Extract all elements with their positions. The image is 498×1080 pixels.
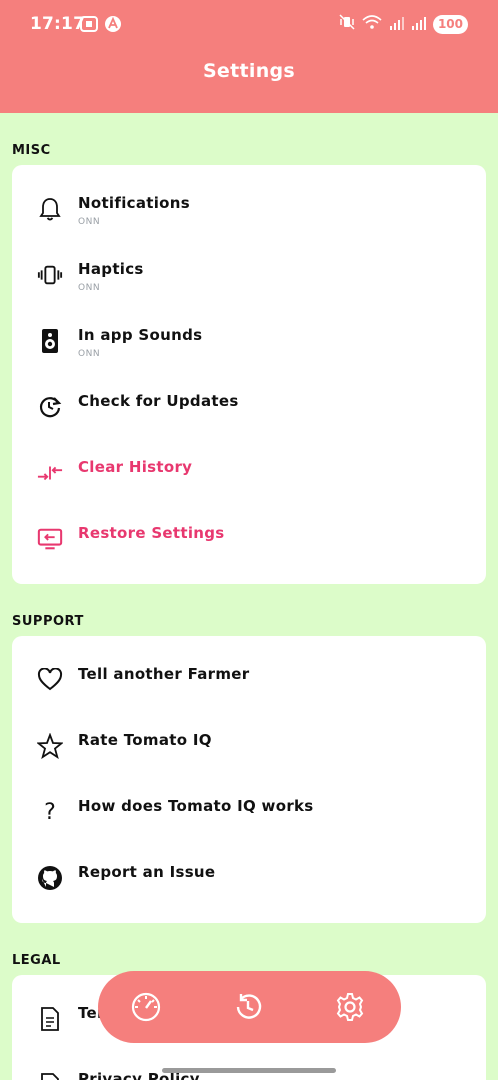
wifi-icon [361,14,383,34]
screenshot-icon [80,16,98,36]
settings-item-clear-history[interactable]: Clear History [12,441,486,501]
settings-item-label: Report an Issue [78,863,216,881]
a-badge-icon [104,15,122,37]
speaker-icon [37,328,63,354]
settings-item-status: ONN [78,283,101,293]
question-icon: ? [44,799,56,825]
settings-item-check-updates[interactable]: Check for Updates [12,375,486,435]
settings-item-rate[interactable]: Rate Tomato IQ [12,714,486,774]
settings-item-tell-farmer[interactable]: Tell another Farmer [12,648,486,708]
settings-item-status: ONN [78,349,101,359]
settings-item-label: Notifications [78,194,190,212]
page-title: Settings [202,60,296,82]
settings-item-in-app-sounds[interactable]: In app Sounds ONN [12,309,486,369]
signal-icon-2 [411,15,427,34]
bottom-nav [98,971,401,1043]
settings-item-label: In app Sounds [78,326,203,344]
bell-icon [37,196,63,222]
settings-gear-icon[interactable] [334,991,366,1023]
settings-item-restore-settings[interactable]: Restore Settings [12,507,486,567]
section-label-legal: LEGAL [12,953,61,968]
settings-item-label: Rate Tomato IQ [78,731,212,749]
document-icon [37,1006,63,1032]
settings-item-report-issue[interactable]: Report an Issue [12,846,486,906]
settings-item-label: Restore Settings [78,524,225,542]
heart-icon [37,667,63,693]
speedometer-icon[interactable] [130,991,162,1023]
settings-item-label: How does Tomato IQ works [78,797,314,815]
settings-item-notifications[interactable]: Notifications ONN [12,177,486,237]
document-icon [37,1072,63,1080]
mute-vibrate-icon [339,14,355,34]
vibration-icon [37,262,63,288]
compress-arrows-icon [37,460,63,486]
github-icon [37,865,63,891]
settings-item-status: ONN [78,217,101,227]
app-header: 17:17 100 Settings [0,0,498,113]
section-label-support: SUPPORT [12,614,84,629]
settings-item-privacy[interactable]: Privacy Policy [12,1053,486,1080]
settings-item-label: Tell another Farmer [78,665,250,683]
misc-card: Notifications ONN Haptics ONN In app Sou… [12,165,486,584]
status-time: 17:17 [30,14,86,34]
section-label-misc: MISC [12,143,51,158]
settings-item-label: Check for Updates [78,392,239,410]
settings-item-haptics[interactable]: Haptics ONN [12,243,486,303]
update-icon [37,394,63,420]
settings-item-label: Clear History [78,458,193,476]
signal-icon [389,15,405,34]
support-card: Tell another Farmer Rate Tomato IQ ? How… [12,636,486,923]
battery-badge: 100 [432,14,468,34]
home-indicator[interactable] [162,1068,336,1073]
settings-item-label: Haptics [78,260,144,278]
history-icon[interactable] [232,991,264,1023]
status-bar: 17:17 100 [0,0,498,50]
restore-screen-icon [37,526,63,552]
settings-item-how-it-works[interactable]: ? How does Tomato IQ works [12,780,486,840]
star-icon [37,733,63,759]
